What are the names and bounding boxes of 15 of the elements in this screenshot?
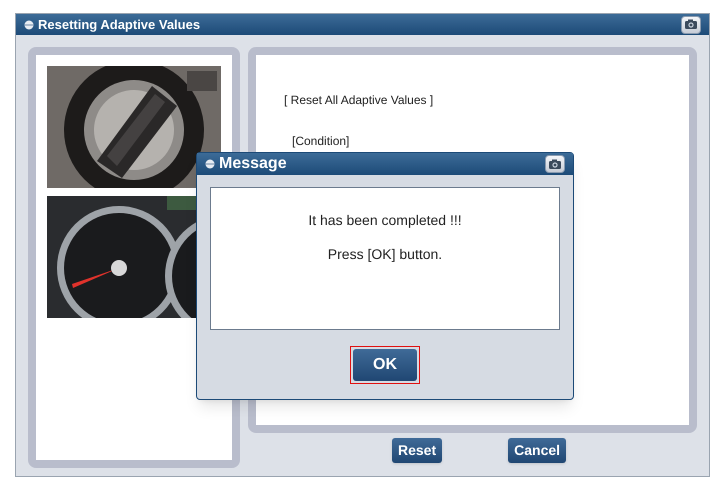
- message-text: Press [OK] button.: [328, 245, 442, 264]
- condition-text: [Condition]: [291, 135, 350, 148]
- message-text: It has been completed !!!: [308, 211, 462, 230]
- window-title: Resetting Adaptive Values: [38, 16, 202, 34]
- window-icon: [205, 159, 215, 169]
- camera-button[interactable]: [545, 155, 565, 173]
- camera-button[interactable]: [681, 16, 701, 34]
- ok-button[interactable]: OK: [353, 348, 417, 380]
- heading-text: [ Reset All Adaptive Values ]: [284, 92, 434, 109]
- camera-icon: [684, 19, 698, 30]
- dialog-title: Message: [219, 154, 288, 174]
- action-button[interactable]: Reset: [392, 438, 442, 463]
- camera-icon: [548, 158, 562, 170]
- action-button[interactable]: Cancel: [508, 438, 566, 463]
- window-icon: [24, 20, 34, 30]
